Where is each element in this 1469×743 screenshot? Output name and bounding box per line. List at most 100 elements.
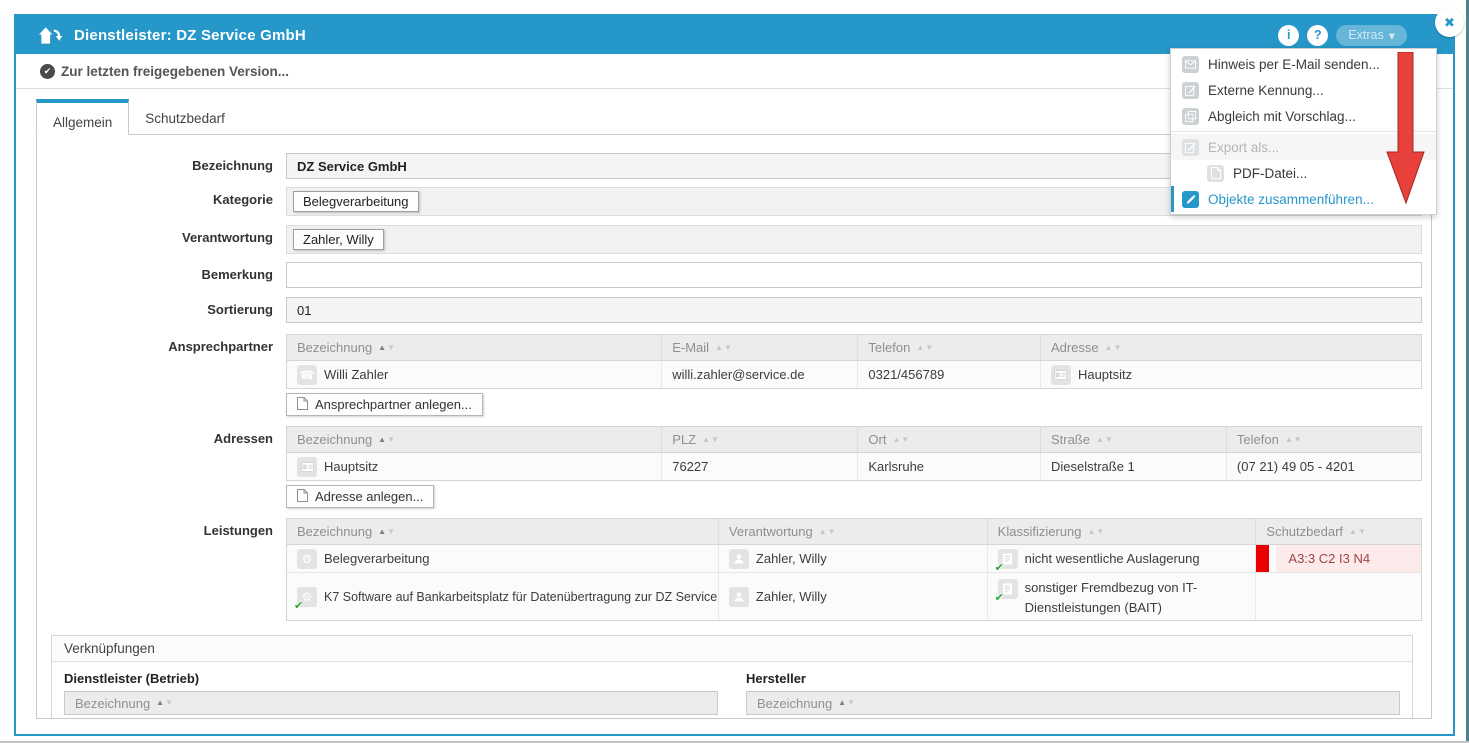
menu-item-hinweis-email[interactable]: Hinweis per E-Mail senden... bbox=[1171, 51, 1436, 77]
column-header[interactable]: PLZ ▲▼ bbox=[661, 427, 857, 452]
column-header[interactable]: Telefon ▲▼ bbox=[857, 335, 1040, 360]
address-card-icon bbox=[297, 457, 317, 477]
extras-label: Extras bbox=[1348, 28, 1383, 42]
column-header[interactable]: Bezeichnung ▲▼ bbox=[746, 691, 1400, 715]
menu-item-pdf-datei[interactable]: PDF-Datei... bbox=[1171, 160, 1436, 186]
info-button[interactable]: i bbox=[1278, 25, 1299, 46]
table-row[interactable]: ⚙ K7 Software auf Bankarbeitsplatz für D… bbox=[287, 572, 1421, 620]
classification-note-icon bbox=[998, 579, 1018, 599]
classification-note-icon bbox=[998, 549, 1018, 569]
verantwortung-field[interactable]: Zahler, Willy bbox=[286, 225, 1422, 254]
schutzbedarf-value: A3:3 C2 I3 N4 bbox=[1276, 545, 1421, 572]
sort-asc-icon: ▲ bbox=[1285, 436, 1293, 444]
column-header[interactable]: Bezeichnung ▲▼ bbox=[287, 427, 661, 452]
page-icon bbox=[297, 397, 308, 413]
verknuepfungen-title: Verknüpfungen bbox=[52, 636, 1412, 662]
column-header[interactable]: Bezeichnung ▲▼ bbox=[287, 335, 661, 360]
sort-desc-icon: ▼ bbox=[1096, 528, 1104, 536]
leistungen-label: Leistungen bbox=[37, 518, 286, 538]
sortierung-label: Sortierung bbox=[37, 297, 286, 317]
table-row[interactable]: Hauptsitz 76227 Karlsruhe Dieselstraße 1… bbox=[287, 453, 1421, 480]
verknuepfungen-panel: Verknüpfungen Dienstleister (Betrieb) Be… bbox=[51, 635, 1413, 719]
sort-asc-icon: ▲ bbox=[1096, 436, 1104, 444]
column-header[interactable]: Bezeichnung ▲▼ bbox=[64, 691, 718, 715]
sort-asc-icon: ▲ bbox=[1349, 528, 1357, 536]
add-ansprechpartner-button[interactable]: Ansprechpartner anlegen... bbox=[286, 393, 483, 416]
merge-edit-icon bbox=[1182, 191, 1199, 208]
sort-desc-icon: ▼ bbox=[1114, 344, 1122, 352]
sort-desc-icon: ▼ bbox=[1294, 436, 1302, 444]
check-circle-icon: ✔ bbox=[40, 64, 55, 79]
column-header[interactable]: Schutzbedarf ▲▼ bbox=[1255, 519, 1421, 544]
edit-square-icon bbox=[1182, 82, 1199, 99]
sort-asc-icon: ▲ bbox=[378, 528, 386, 536]
column-header[interactable]: Bezeichnung ▲▼ bbox=[287, 519, 718, 544]
sort-asc-icon: ▲ bbox=[1087, 528, 1095, 536]
service-gear-icon: ⚙ bbox=[297, 549, 317, 569]
address-card-icon bbox=[1051, 365, 1071, 385]
dienstleister-betrieb-label: Dienstleister (Betrieb) bbox=[64, 671, 718, 686]
menu-item-objekte-zusammenfuehren[interactable]: Objekte zusammenführen... bbox=[1171, 186, 1436, 212]
sort-asc-icon: ▲ bbox=[702, 436, 710, 444]
screenshot-stage: Dienstleister: DZ Service GmbH i ? Extra… bbox=[0, 0, 1469, 743]
help-button[interactable]: ? bbox=[1307, 25, 1328, 46]
person-icon bbox=[729, 587, 749, 607]
menu-divider bbox=[1171, 131, 1436, 132]
column-header[interactable]: E-Mail ▲▼ bbox=[661, 335, 857, 360]
sort-desc-icon: ▼ bbox=[1105, 436, 1113, 444]
person-icon bbox=[729, 549, 749, 569]
tab-schutzbedarf[interactable]: Schutzbedarf bbox=[129, 99, 241, 134]
sort-asc-icon: ▲ bbox=[378, 344, 386, 352]
add-adresse-button[interactable]: Adresse anlegen... bbox=[286, 485, 434, 508]
verantwortung-chip[interactable]: Zahler, Willy bbox=[293, 229, 384, 250]
menu-item-export-als[interactable]: Export als... bbox=[1171, 134, 1436, 160]
table-row[interactable]: ☎ Willi Zahler willi.zahler@service.de 0… bbox=[287, 361, 1421, 388]
sort-asc-icon: ▲ bbox=[378, 436, 386, 444]
adressen-label: Adressen bbox=[37, 426, 286, 446]
page-icon bbox=[297, 489, 308, 505]
column-header[interactable]: Klassifizierung ▲▼ bbox=[987, 519, 1256, 544]
sort-asc-icon: ▲ bbox=[892, 436, 900, 444]
column-header[interactable]: Adresse ▲▼ bbox=[1040, 335, 1421, 360]
hersteller-label: Hersteller bbox=[746, 671, 1400, 686]
export-icon bbox=[1182, 139, 1199, 156]
menu-item-externe-kennung[interactable]: Externe Kennung... bbox=[1171, 77, 1436, 103]
sort-desc-icon: ▼ bbox=[901, 436, 909, 444]
table-row[interactable]: ⚙ Belegverarbeitung Zahler, Willy bbox=[287, 545, 1421, 572]
bemerkung-label: Bemerkung bbox=[37, 262, 286, 282]
sort-desc-icon: ▼ bbox=[828, 528, 836, 536]
column-header[interactable]: Verantwortung ▲▼ bbox=[718, 519, 987, 544]
bemerkung-input[interactable] bbox=[286, 262, 1422, 288]
allgemein-tab-panel: Bezeichnung DZ Service GmbH Kategorie Be… bbox=[36, 134, 1432, 719]
bezeichnung-label: Bezeichnung bbox=[37, 153, 286, 173]
leistungen-table: Bezeichnung ▲▼ Verantwortung ▲▼ Klassifi… bbox=[286, 518, 1422, 621]
copy-icon bbox=[1182, 108, 1199, 125]
last-released-version-link[interactable]: Zur letzten freigegebenen Version... bbox=[61, 64, 289, 79]
sortierung-input[interactable]: 01 bbox=[286, 297, 1422, 323]
kategorie-chip[interactable]: Belegverarbeitung bbox=[293, 191, 419, 212]
sort-asc-icon: ▲ bbox=[1105, 344, 1113, 352]
schutzbedarf-flag bbox=[1256, 545, 1269, 572]
tab-allgemein[interactable]: Allgemein bbox=[36, 99, 129, 135]
column-header[interactable]: Ort ▲▼ bbox=[857, 427, 1040, 452]
sort-desc-icon: ▼ bbox=[1358, 528, 1366, 536]
sort-asc-icon: ▲ bbox=[819, 528, 827, 536]
sort-desc-icon: ▼ bbox=[387, 344, 395, 352]
sort-desc-icon: ▼ bbox=[925, 344, 933, 352]
kategorie-label: Kategorie bbox=[37, 187, 286, 207]
envelope-icon bbox=[1182, 56, 1199, 73]
page-title: Dienstleister: DZ Service GmbH bbox=[74, 27, 306, 44]
chevron-down-icon: ▾ bbox=[1389, 28, 1395, 43]
ansprechpartner-label: Ansprechpartner bbox=[37, 334, 286, 354]
extras-menu: Hinweis per E-Mail senden... Externe Ken… bbox=[1170, 48, 1437, 215]
extras-button[interactable]: Extras ▾ bbox=[1336, 25, 1407, 46]
column-header[interactable]: Straße ▲▼ bbox=[1040, 427, 1226, 452]
sort-desc-icon: ▼ bbox=[724, 344, 732, 352]
column-header[interactable]: Telefon ▲▼ bbox=[1226, 427, 1421, 452]
sort-asc-icon: ▲ bbox=[916, 344, 924, 352]
adressen-table: Bezeichnung ▲▼ PLZ ▲▼ Ort ▲▼ bbox=[286, 426, 1422, 481]
close-button[interactable]: ✖ bbox=[1435, 8, 1464, 37]
sort-desc-icon: ▼ bbox=[847, 699, 855, 707]
menu-item-abgleich-vorschlag[interactable]: Abgleich mit Vorschlag... bbox=[1171, 103, 1436, 129]
sort-asc-icon: ▲ bbox=[156, 699, 164, 707]
